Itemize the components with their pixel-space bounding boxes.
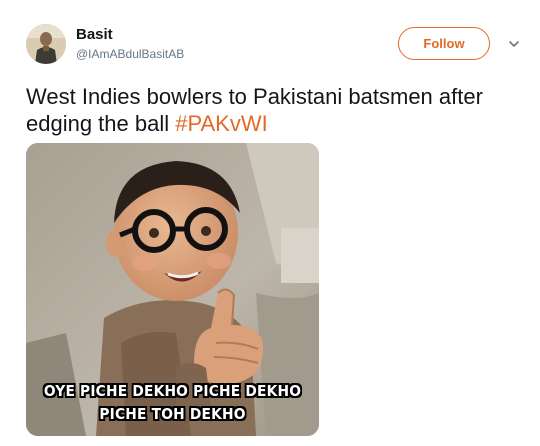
user-handle[interactable]: @IAmABdulBasitAB (76, 47, 184, 61)
tweet-text: West Indies bowlers to Pakistani batsmen… (26, 83, 516, 137)
chevron-down-icon[interactable] (507, 37, 521, 51)
hashtag-link[interactable]: #PAKvWI (175, 111, 268, 136)
tweet-card: Basit @IAmABdulBasitAB Follow West Indie… (0, 0, 540, 446)
user-name[interactable]: Basit (76, 26, 113, 43)
meme-caption-line1: OYE PICHE DEKHO PICHE DEKHO (43, 382, 302, 400)
tweet-media[interactable]: OYE PICHE DEKHO PICHE DEKHO PICHE TOH DE… (26, 143, 319, 436)
avatar-image (26, 24, 66, 64)
meme-caption-line2: PICHE TOH DEKHO (99, 405, 246, 423)
avatar[interactable] (26, 24, 66, 64)
follow-button[interactable]: Follow (398, 27, 490, 60)
